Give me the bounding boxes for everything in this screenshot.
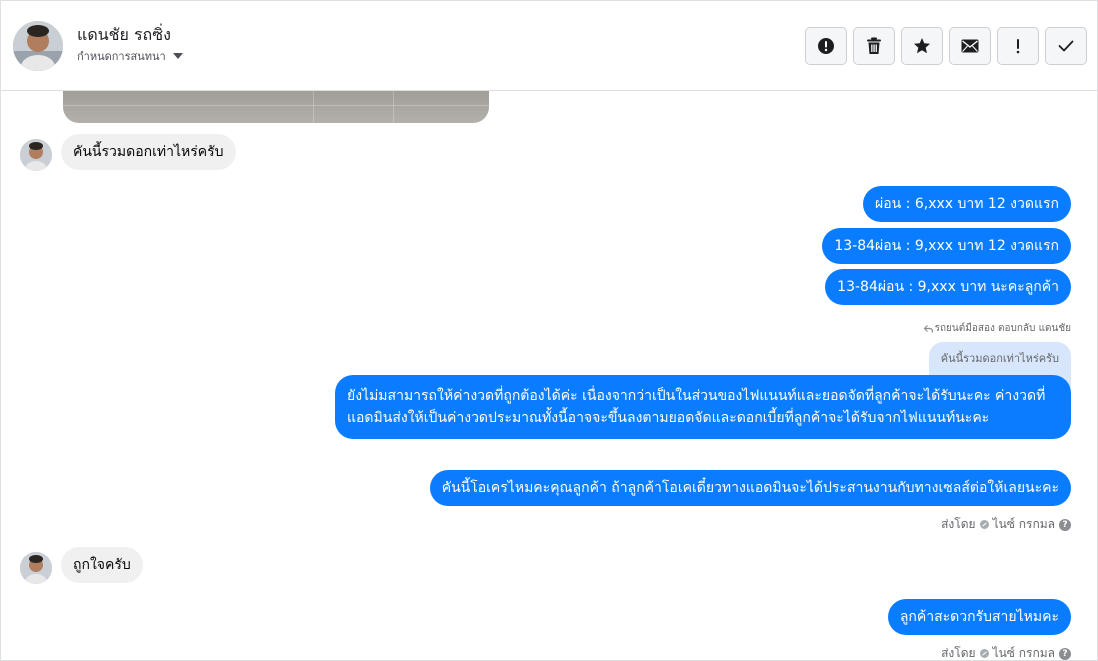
sender-avatar[interactable] <box>20 139 52 171</box>
exclamation-icon <box>1016 39 1020 54</box>
help-icon[interactable]: ? <box>1059 518 1071 531</box>
mark-done-button[interactable] <box>1045 27 1087 65</box>
contact-avatar[interactable] <box>13 21 63 71</box>
photo-tile-line <box>393 91 394 123</box>
trash-icon <box>867 37 881 54</box>
alert-circle-icon <box>818 38 834 54</box>
sent-by-label: ส่งโดย <box>941 646 976 660</box>
reply-indicator: รถยนต์มือสอง ตอบกลับ แดนชัย <box>923 321 1071 336</box>
sender-name: ไนซ์ กรกมล <box>992 646 1055 660</box>
photo-tile-line <box>313 91 314 123</box>
envelope-icon <box>961 39 979 53</box>
outgoing-message[interactable]: ลูกค้าสะดวกรับสายไหมคะ <box>887 599 1071 635</box>
outgoing-message[interactable]: ผ่อน : 6,xxx บาท 12 งวดแรก <box>863 186 1071 222</box>
outgoing-message[interactable]: 13-84ผ่อน : 9,xxx บาท 12 งวดแรก <box>822 228 1071 264</box>
header-actions <box>805 27 1087 65</box>
verified-dot-icon <box>979 520 989 529</box>
photo-tile-line <box>63 105 489 106</box>
caret-down-icon <box>172 53 183 59</box>
sent-by-label: ส่งโดย <box>941 517 976 531</box>
outgoing-message[interactable]: คันนี้โอเครไหมคะคุณลูกค้า ถ้าลูกค้าโอเคเ… <box>429 470 1071 506</box>
message-thread[interactable]: คันนี้รวมดอกเท่าไหร่ครับ ผ่อน : 6,xxx บา… <box>1 91 1097 660</box>
incoming-message[interactable]: ถูกใจครับ <box>61 547 143 583</box>
follow-up-button[interactable] <box>997 27 1039 65</box>
sent-by-info: ส่งโดย ไนซ์ กรกมล ? <box>941 644 1071 660</box>
outgoing-message[interactable]: 13-84ผ่อน : 9,xxx บาท นะคะลูกค้า <box>825 269 1071 305</box>
star-icon <box>914 38 930 54</box>
messenger-window: แดนชัย รถซิ่ง กำหนดการสนทนา คันนี้รวมดอก… <box>0 0 1098 661</box>
contact-name[interactable]: แดนชัย รถซิ่ง <box>77 23 171 48</box>
shared-photo-attachment[interactable] <box>63 91 489 123</box>
verified-dot-icon <box>979 649 989 658</box>
checkmark-icon <box>1058 40 1074 52</box>
conversation-settings-label: กำหนดการสนทนา <box>77 50 166 63</box>
help-icon[interactable]: ? <box>1059 647 1071 660</box>
sender-name: ไนซ์ กรกมล <box>992 517 1055 531</box>
reply-arrow-icon <box>923 324 933 333</box>
outgoing-message[interactable]: ยังไม่มสามารถให้ค่างวดที่ถูกต้องได้ค่ะ เ… <box>335 375 1071 439</box>
reply-indicator-text: รถยนต์มือสอง ตอบกลับ แดนชัย <box>934 323 1071 334</box>
delete-button[interactable] <box>853 27 895 65</box>
conversation-settings-dropdown[interactable]: กำหนดการสนทนา <box>77 47 183 65</box>
sender-avatar[interactable] <box>20 552 52 584</box>
incoming-message[interactable]: คันนี้รวมดอกเท่าไหร่ครับ <box>61 134 236 170</box>
star-button[interactable] <box>901 27 943 65</box>
conversation-header: แดนชัย รถซิ่ง กำหนดการสนทนา <box>1 1 1097 91</box>
report-button[interactable] <box>805 27 847 65</box>
sent-by-info: ส่งโดย ไนซ์ กรกมล ? <box>941 515 1071 534</box>
mark-unread-button[interactable] <box>949 27 991 65</box>
